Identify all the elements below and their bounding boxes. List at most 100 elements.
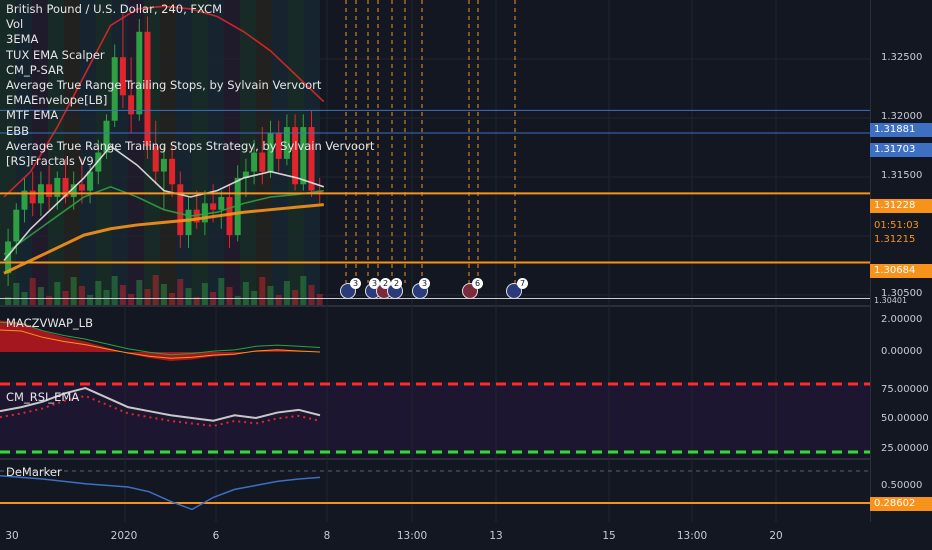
volume-bar [234,296,241,305]
event-flag-icon[interactable]: 7 [506,278,528,299]
macz-tick: 0.00000 [881,346,923,357]
indicator-label[interactable]: [RS]Fractals V9 [6,154,374,169]
time-tick: 13:00 [396,530,428,542]
event-flag-icon[interactable]: 3 [412,278,430,299]
volume-bar [119,285,126,305]
volume-bar [242,282,249,305]
demarker-pane-label[interactable]: DeMarker [6,465,62,479]
indicator-label[interactable]: EBB [6,124,374,139]
time-tick: 30 [5,530,19,542]
price-tick: 1.31500 [881,170,923,181]
volume-bar [267,286,274,305]
indicator-label[interactable]: CM_P-SAR [6,63,374,78]
candle-body [185,209,192,236]
volume-bar [78,286,85,305]
volume-bar [218,278,225,305]
pane-divider [0,458,870,460]
event-flag-icon[interactable]: 6 [462,278,483,299]
price-tick: 1.32500 [881,52,923,63]
pane-divider [0,305,870,307]
candle-body [218,196,225,210]
price-tag: 1.31228 [870,199,932,213]
event-count: 3 [419,278,430,289]
volume-bar [87,295,94,305]
price-tag: 1.30401 [874,297,908,305]
rsi-pane-label[interactable]: CM_RSI_EMA [6,390,79,404]
volume-bar [300,276,307,305]
price-tag: 1.30684 [870,264,932,278]
event-flag-icon[interactable]: 2 [387,278,403,299]
volume-bar [62,291,69,305]
indicator-label[interactable]: Average True Range Trailing Stops, by Sy… [6,78,374,93]
time-tick: 8 [323,530,331,542]
macz-tick: 2.00000 [881,314,923,325]
volume-bar [275,295,282,305]
volume-bar [37,287,44,305]
indicator-label[interactable]: EMAEnvelope[LB] [6,93,374,108]
price-tag: 1.31703 [870,143,932,157]
indicator-label[interactable]: Vol [6,17,374,32]
price-tick: 1.32000 [881,111,923,122]
rsi-tick: 25.00000 [881,443,929,454]
volume-bar [308,285,315,305]
indicator-label[interactable]: MTF EMA [6,108,374,123]
demarker-tick: 0.50000 [881,480,923,491]
demarker-tag: 0.28602 [870,497,932,511]
macz-pane-label[interactable]: MACZVWAP_LB [6,316,93,330]
candle-body [46,184,53,197]
volume-bar [251,291,258,305]
volume-bar [201,283,208,305]
time-tick: 6 [212,530,220,542]
time-axis-bg [0,522,932,550]
volume-bar [292,290,299,305]
time-tick: 20 [769,530,783,542]
event-flag-icon[interactable]: 3 [340,278,361,299]
candle-body [177,184,184,236]
volume-bar [226,287,233,305]
volume-bar [29,278,36,305]
volume-bar [316,294,323,305]
volume-bar [46,296,53,305]
price-tag: 1.31881 [870,123,932,137]
event-count: 7 [517,278,528,289]
volume-bar [160,284,167,305]
rsi-tick: 50.00000 [881,413,929,424]
symbol-title[interactable]: British Pound / U.S. Dollar, 240, FXCM [6,2,374,17]
volume-bar [283,281,290,305]
time-tick: 13 [489,530,503,542]
volume-bar [70,277,77,305]
rsi-pane-bg [0,382,870,454]
indicator-legend: British Pound / U.S. Dollar, 240, FXCM V… [6,2,374,169]
demarker-line [0,475,321,511]
event-count: 2 [391,278,402,289]
indicator-label[interactable]: TUX EMA Scalper [6,48,374,63]
volume-bar [95,281,102,305]
time-tick: 2020 [110,530,138,542]
candle-body [210,203,217,210]
volume-bar [103,290,110,305]
volume-bar [177,279,184,305]
volume-bar [185,288,192,305]
candle-body [87,171,94,191]
volume-bar [259,277,266,305]
time-tick: 15 [602,530,616,542]
demarker-pane-plot [0,470,870,511]
time-tick: 13:00 [676,530,708,542]
event-count: 3 [350,278,361,289]
volume-bar [13,283,20,305]
price-axis-border [870,0,871,522]
volume-bar [128,294,135,305]
indicator-label[interactable]: Average True Range Trailing Stops Strate… [6,139,374,154]
volume-bar [144,289,151,305]
indicator-label[interactable]: 3EMA [6,32,374,47]
volume-bar [136,280,143,305]
event-count: 6 [472,278,483,289]
countdown-tag: 01:51:03 [874,220,919,231]
volume-bar [54,282,61,305]
candle-body [13,209,20,242]
rsi-tick: 75.00000 [881,384,929,395]
price-tag: 1.31215 [874,234,916,245]
volume-bar [111,276,118,305]
volume-bar [152,275,159,305]
candle-body [78,184,85,191]
